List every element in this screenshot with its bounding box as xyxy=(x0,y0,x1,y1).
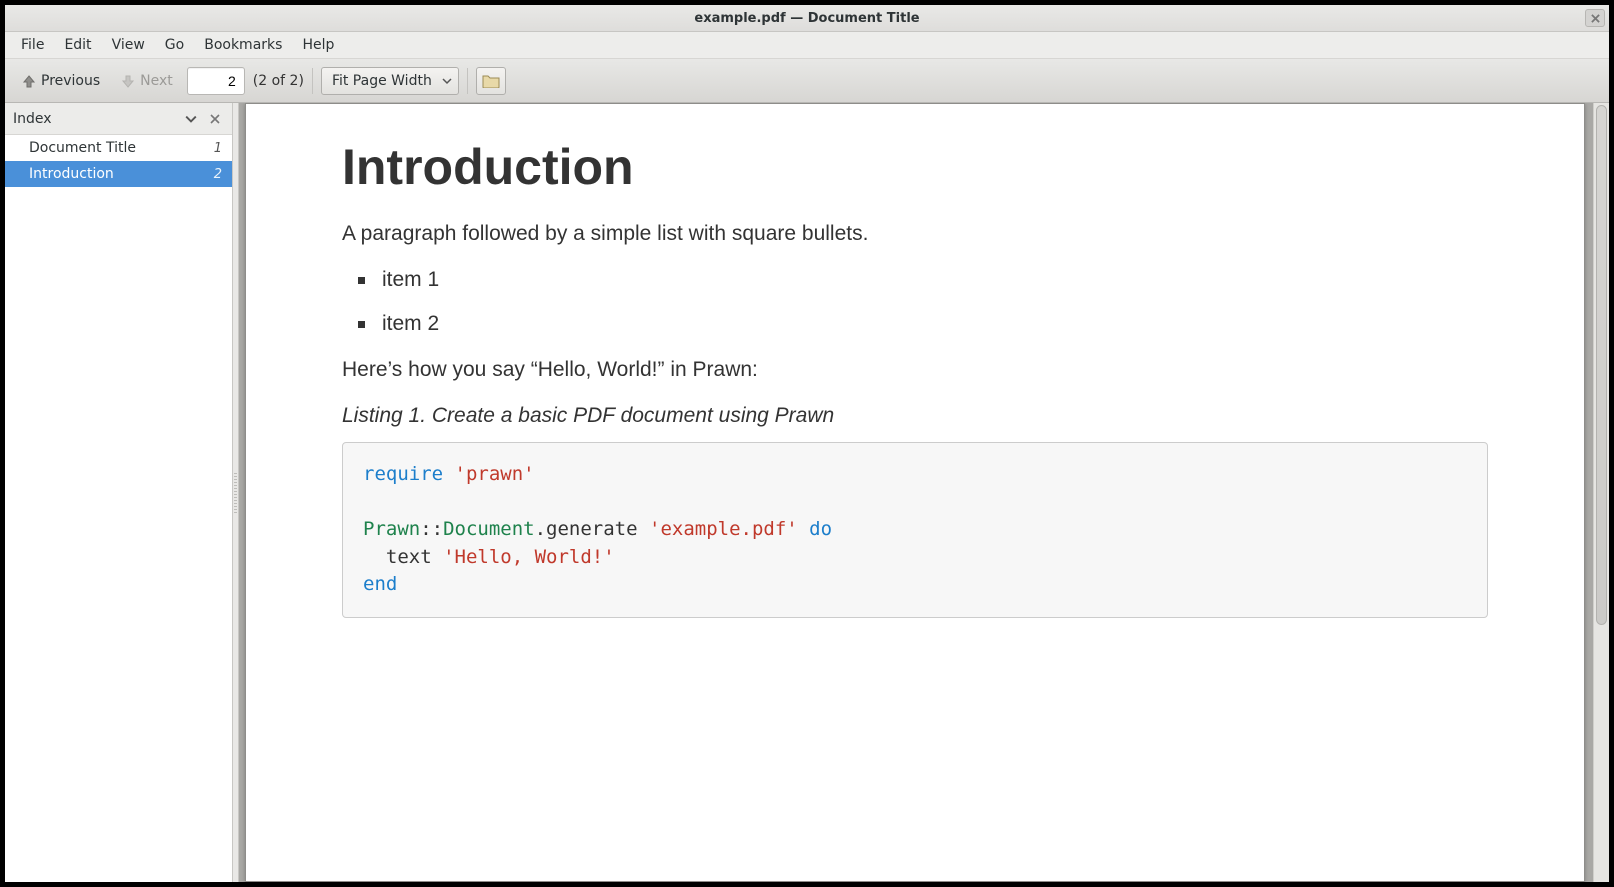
page-number-input[interactable] xyxy=(187,67,245,95)
menu-bookmarks[interactable]: Bookmarks xyxy=(194,33,292,57)
vertical-scrollbar[interactable] xyxy=(1593,103,1609,882)
zoom-label: Fit Page Width xyxy=(332,73,432,89)
code-token: 'example.pdf' xyxy=(649,518,798,540)
code-token xyxy=(798,518,809,540)
doc-paragraph: Here’s how you say “Hello, World!” in Pr… xyxy=(342,358,1488,382)
open-file-button[interactable] xyxy=(476,67,506,95)
toolbar: Previous Next (2 of 2) Fit Page Width xyxy=(5,59,1609,103)
document-view[interactable]: Introduction A paragraph followed by a s… xyxy=(239,103,1609,882)
code-block: require 'prawn' Prawn::Document.generate… xyxy=(342,442,1488,618)
doc-heading: Introduction xyxy=(342,138,1488,196)
code-token: 'Hello, World!' xyxy=(443,546,615,568)
menu-view[interactable]: View xyxy=(102,33,155,57)
doc-paragraph: A paragraph followed by a simple list wi… xyxy=(342,222,1488,246)
previous-page-button[interactable]: Previous xyxy=(15,69,106,93)
close-icon xyxy=(1591,14,1600,23)
code-token: require xyxy=(363,463,443,485)
menu-bar: File Edit View Go Bookmarks Help xyxy=(5,32,1609,59)
code-token: do xyxy=(809,518,832,540)
previous-label: Previous xyxy=(41,73,100,89)
code-token: end xyxy=(363,573,397,595)
code-token xyxy=(363,546,386,568)
code-token: Prawn xyxy=(363,518,420,540)
side-panel: Index Document Title 1 xyxy=(5,103,233,882)
chevron-down-icon xyxy=(185,113,197,125)
doc-listing-caption: Listing 1. Create a basic PDF document u… xyxy=(342,404,1488,428)
chevron-down-icon xyxy=(442,76,452,86)
close-icon xyxy=(210,114,220,124)
index-item-page: 2 xyxy=(214,167,222,182)
window-close-button[interactable] xyxy=(1585,9,1605,27)
code-token: 'prawn' xyxy=(455,463,535,485)
next-page-button: Next xyxy=(114,69,179,93)
zoom-select[interactable]: Fit Page Width xyxy=(321,67,459,95)
toolbar-separator xyxy=(312,68,313,94)
toolbar-separator xyxy=(467,68,468,94)
window-titlebar: example.pdf — Document Title xyxy=(5,5,1609,32)
arrow-down-icon xyxy=(120,73,136,89)
side-panel-header: Index xyxy=(5,103,232,135)
side-panel-title: Index xyxy=(13,111,176,127)
list-item: item 1 xyxy=(382,268,1488,292)
index-list: Document Title 1 Introduction 2 xyxy=(5,135,232,882)
arrow-up-icon xyxy=(21,73,37,89)
menu-go[interactable]: Go xyxy=(155,33,194,57)
code-token xyxy=(443,463,454,485)
index-item-document-title[interactable]: Document Title 1 xyxy=(5,135,232,161)
doc-list: item 1 item 2 xyxy=(342,268,1488,336)
side-panel-mode-button[interactable] xyxy=(182,110,200,128)
page-count-label: (2 of 2) xyxy=(253,73,304,89)
index-item-introduction[interactable]: Introduction 2 xyxy=(5,161,232,187)
index-item-label: Document Title xyxy=(29,140,136,156)
code-token: :: xyxy=(420,518,443,540)
scrollbar-thumb[interactable] xyxy=(1596,105,1607,625)
menu-help[interactable]: Help xyxy=(292,33,344,57)
pdf-page: Introduction A paragraph followed by a s… xyxy=(245,103,1585,882)
side-panel-close-button[interactable] xyxy=(206,110,224,128)
window-title: example.pdf — Document Title xyxy=(694,11,919,26)
index-item-page: 1 xyxy=(214,141,222,156)
folder-icon xyxy=(482,74,500,88)
menu-file[interactable]: File xyxy=(11,33,54,57)
menu-edit[interactable]: Edit xyxy=(54,33,101,57)
code-token: text xyxy=(386,546,443,568)
code-token: .generate xyxy=(535,518,649,540)
index-item-label: Introduction xyxy=(29,166,114,182)
list-item: item 2 xyxy=(382,312,1488,336)
next-label: Next xyxy=(140,73,173,89)
code-token: Document xyxy=(443,518,535,540)
